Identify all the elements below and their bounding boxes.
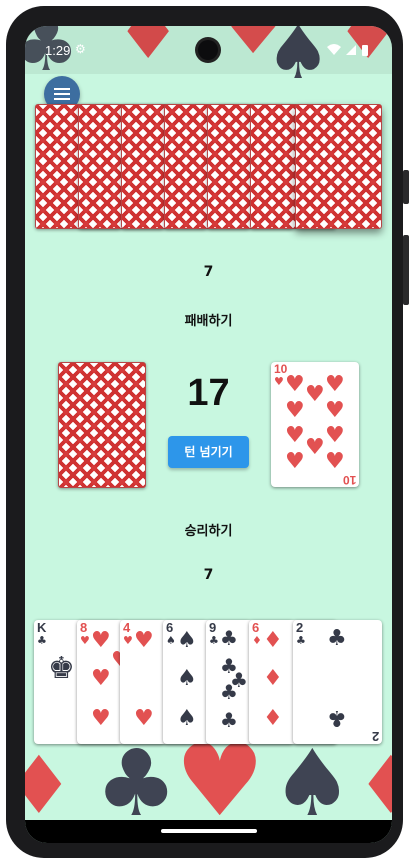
diamond-icon: ♦ [263,706,283,731]
diamond-decoration-icon: ♦ [25,739,75,832]
diamond-icon: ♦ [263,666,283,691]
player-card[interactable]: 2 ♣ ♣ ♣ 2 [293,620,382,744]
card-rank: 6 [166,620,174,635]
status-bar: 1:29 ⚙ [25,26,392,74]
heart-icon: ♥ [285,372,305,397]
heart-icon: ♥ [80,634,90,647]
card-rank: K [37,620,47,635]
heart-icon: ♥ [325,423,345,448]
game-screen: ♣ ♦ ♥ ♠ ♦ ♦ ♣ ♥ ♠ ♦ 1:29 ⚙ 7 패배하기 17 턴 넘… [25,26,392,843]
signal-icon [346,45,356,55]
club-icon: ♣ [209,634,219,647]
heart-icon: ♥ [134,628,154,653]
battery-icon [362,45,368,56]
front-camera [198,40,218,60]
club-icon: ♣ [327,705,347,730]
discard-pile-card: 10 ♥ ♥ ♥ ♥ ♥ ♥ ♥ ♥ ♥ ♥ ♥ 10 [271,362,359,487]
club-icon: ♣ [220,708,238,732]
phone-frame: ♣ ♦ ♥ ♠ ♦ ♦ ♣ ♥ ♠ ♦ 1:29 ⚙ 7 패배하기 17 턴 넘… [6,6,403,858]
heart-decoration-icon: ♥ [175,722,265,839]
heart-icon: ♥ [325,372,345,397]
opponent-card-count: 7 [203,264,214,280]
heart-icon: ♥ [274,375,284,388]
status-icons [327,44,368,56]
club-decoration-icon: ♣ [95,730,178,837]
pass-turn-button[interactable]: 턴 넘기기 [168,436,249,468]
card-rank-bottom: 10 [342,473,356,487]
card-rank: 2 [296,620,304,635]
player-card-count: 7 [203,567,214,583]
club-icon: ♣ [327,626,347,651]
heart-icon: ♥ [91,666,111,691]
diamond-icon: ♦ [263,628,283,653]
wifi-icon [327,44,341,55]
card-rank: 9 [209,620,217,635]
heart-icon: ♥ [91,706,111,731]
heart-icon: ♥ [123,634,133,647]
heart-icon: ♥ [91,628,111,653]
diamond-icon: ♦ [252,634,262,647]
settings-gear-icon: ⚙ [75,42,86,56]
spade-decoration-icon: ♠ [271,730,354,837]
player-status: 승리하기 [184,524,233,539]
club-icon: ♣ [230,668,248,692]
volume-button [403,235,409,305]
card-rank: 4 [123,620,131,635]
spade-icon: ♠ [177,666,197,691]
heart-icon: ♥ [285,423,305,448]
heart-icon: ♥ [325,449,345,474]
club-icon: ♣ [220,626,238,650]
spade-icon: ♠ [166,634,176,647]
king-face-icon: ♚ [48,651,75,686]
spade-icon: ♠ [177,706,197,731]
card-rank: 6 [252,620,260,635]
opponent-status: 패배하기 [184,314,233,329]
card-rank-bottom: 2 [371,729,379,744]
card-rank: 8 [80,620,88,635]
hamburger-menu-icon [54,88,70,100]
spade-icon: ♠ [177,628,197,653]
power-button [403,170,409,204]
heart-icon: ♥ [305,382,325,407]
heart-icon: ♥ [325,398,345,423]
heart-icon: ♥ [285,449,305,474]
club-icon: ♣ [296,634,306,647]
heart-icon: ♥ [305,435,325,460]
status-time: 1:29 [45,43,71,58]
club-icon: ♣ [37,634,47,647]
home-gesture-bar[interactable] [161,829,257,833]
diamond-decoration-icon: ♦ [355,739,392,832]
heart-icon: ♥ [134,706,154,731]
opponent-card-back [295,104,382,229]
heart-icon: ♥ [285,398,305,423]
